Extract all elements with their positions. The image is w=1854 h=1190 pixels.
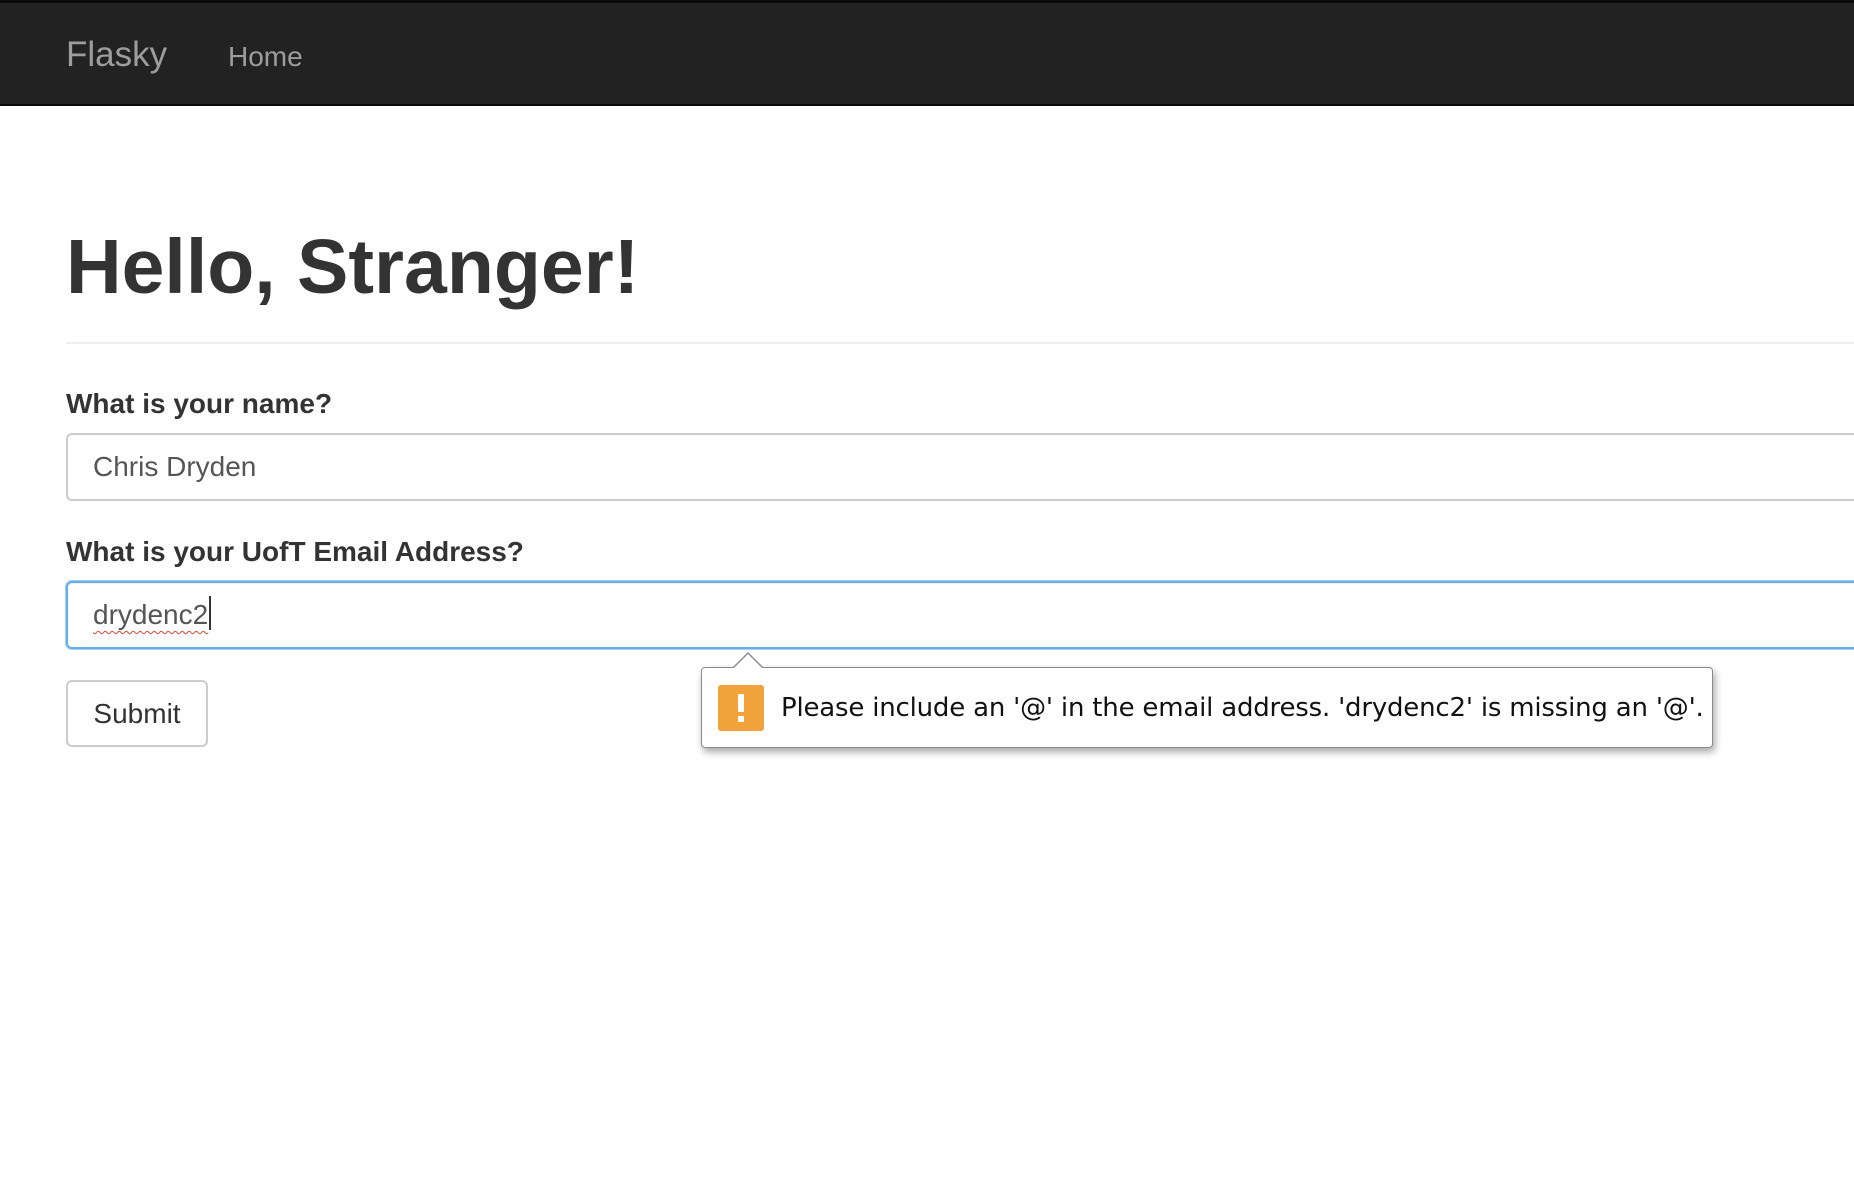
text-caret <box>209 596 212 630</box>
page-title: Hello, Stranger! <box>66 224 640 310</box>
name-label: What is your name? <box>66 388 333 419</box>
validation-tooltip: Please include an '@' in the email addre… <box>701 652 1713 748</box>
validation-message: Please include an '@' in the email addre… <box>781 693 1704 723</box>
email-input[interactable]: drydenc2 <box>66 581 1854 649</box>
email-label: What is your UofT Email Address? <box>66 536 524 567</box>
email-input-value: drydenc2 <box>93 599 209 630</box>
brand-link[interactable]: Flasky <box>66 35 167 75</box>
warning-icon <box>718 685 764 731</box>
nav-link-home[interactable]: Home <box>228 41 303 73</box>
title-divider <box>66 342 1854 344</box>
name-input[interactable]: Chris Dryden <box>66 433 1854 501</box>
top-navbar: Flasky Home <box>0 0 1854 106</box>
submit-button[interactable]: Submit <box>66 680 208 747</box>
name-input-value: Chris Dryden <box>93 451 257 482</box>
